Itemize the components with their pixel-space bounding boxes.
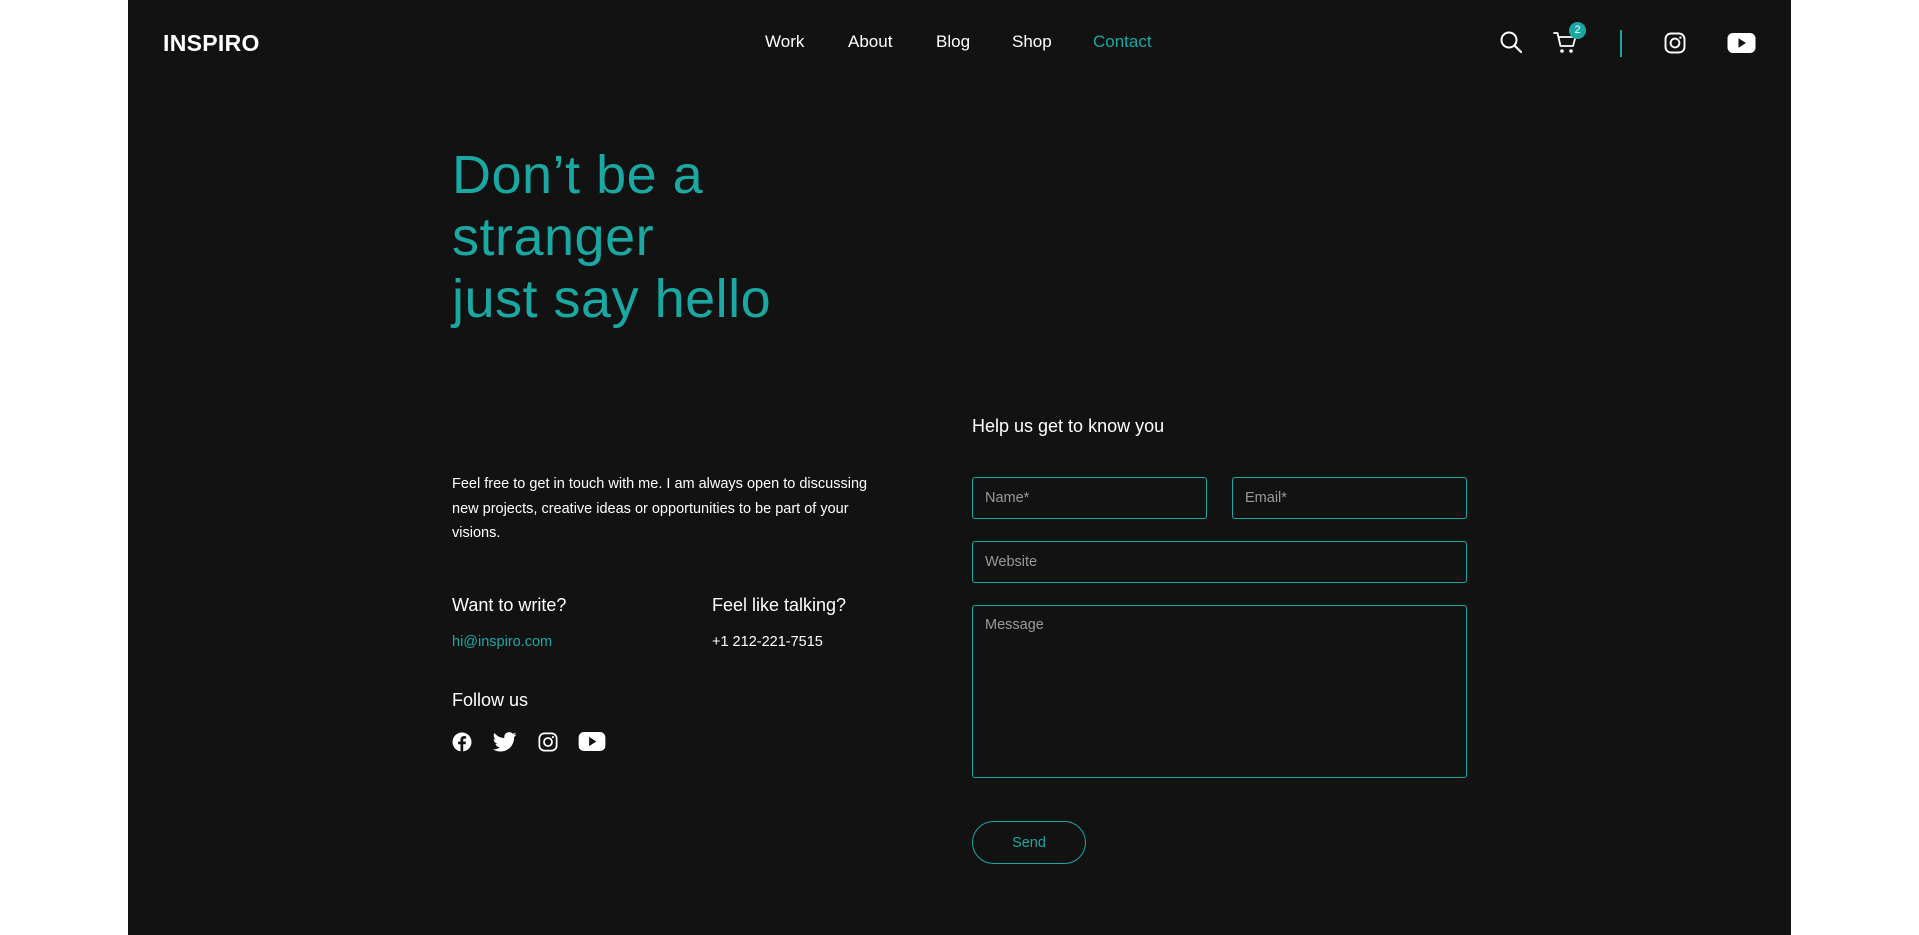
hero-line: stranger xyxy=(452,207,655,267)
header-divider xyxy=(1620,30,1622,57)
nav-item-shop[interactable]: Shop xyxy=(1012,32,1052,52)
write-heading: Want to write? xyxy=(452,595,567,615)
main-nav: Work About Blog Shop Contact xyxy=(128,32,1791,56)
cart-count-badge: 2 xyxy=(1569,22,1586,39)
nav-item-blog[interactable]: Blog xyxy=(936,32,970,52)
email-field[interactable] xyxy=(1232,477,1467,519)
name-field[interactable] xyxy=(972,477,1207,519)
hero-line: Don’t be a xyxy=(452,145,704,205)
instagram-icon[interactable] xyxy=(1664,32,1686,54)
nav-item-work[interactable]: Work xyxy=(765,32,804,52)
contact-email-link[interactable]: hi@inspiro.com xyxy=(452,634,552,650)
page: INSPIRO Work About Blog Shop Contact 2 D… xyxy=(128,0,1791,935)
hero-line: just say hello xyxy=(452,269,772,329)
send-button[interactable]: Send xyxy=(972,821,1086,864)
nav-item-contact[interactable]: Contact xyxy=(1093,32,1152,52)
follow-heading: Follow us xyxy=(452,690,529,710)
youtube-icon[interactable] xyxy=(578,731,606,752)
contact-phone: +1 212-221-7515 xyxy=(712,634,823,650)
form-title: Help us get to know you xyxy=(972,416,1165,436)
intro-text: Feel free to get in touch with me. I am … xyxy=(452,476,868,541)
nav-item-about[interactable]: About xyxy=(848,32,892,52)
instagram-icon[interactable] xyxy=(538,732,558,752)
twitter-icon[interactable] xyxy=(493,732,517,752)
facebook-icon[interactable] xyxy=(452,732,472,752)
message-field[interactable] xyxy=(972,605,1467,778)
search-icon[interactable] xyxy=(1499,30,1523,54)
youtube-icon[interactable] xyxy=(1727,32,1756,54)
hero-heading: Don’t be a stranger just say hello xyxy=(452,144,1052,330)
talk-heading: Feel like talking? xyxy=(712,595,847,615)
website-field[interactable] xyxy=(972,541,1467,583)
